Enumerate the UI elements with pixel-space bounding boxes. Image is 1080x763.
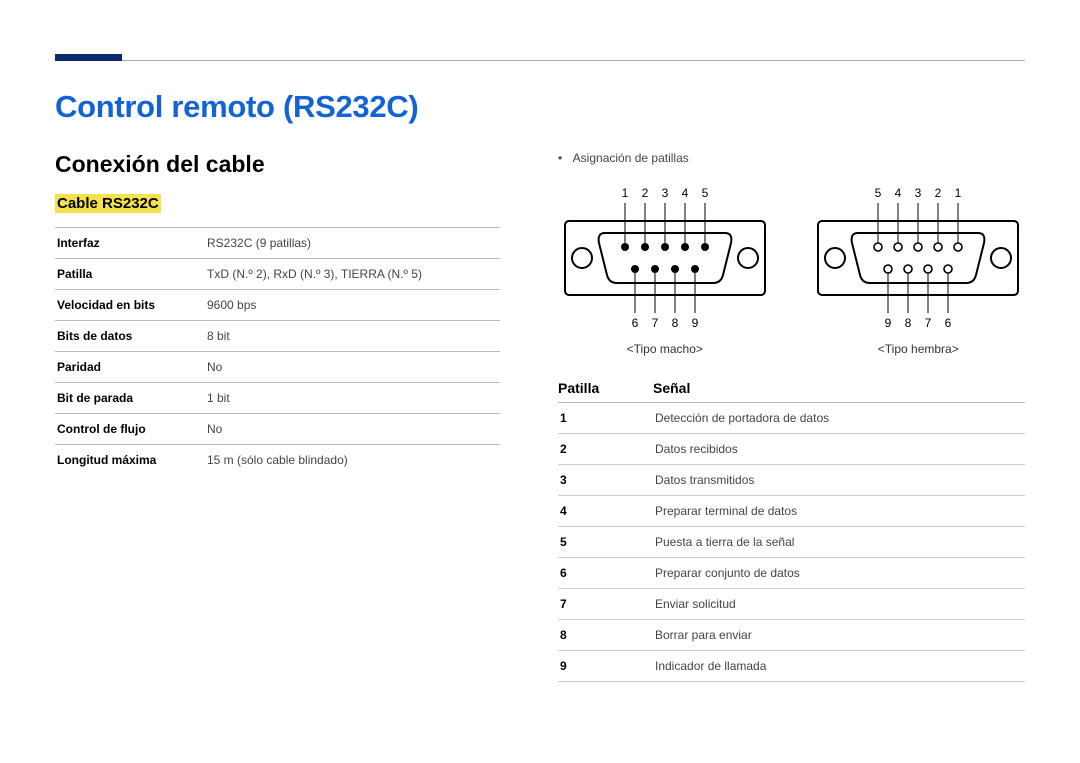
pin-signal: Borrar para enviar bbox=[653, 620, 1025, 651]
svg-text:3: 3 bbox=[661, 186, 668, 200]
bullet-icon: • bbox=[558, 151, 570, 165]
svg-text:5: 5 bbox=[875, 186, 882, 200]
pin-signal: Preparar terminal de datos bbox=[653, 496, 1025, 527]
female-caption: <Tipo hembra> bbox=[878, 342, 959, 356]
pin-number: 9 bbox=[558, 651, 653, 682]
header-accent-bar bbox=[55, 54, 122, 61]
right-column: • Asignación de patillas bbox=[558, 151, 1025, 682]
subsection-heading: Cable RS232C bbox=[55, 194, 161, 213]
spec-key: Bit de parada bbox=[55, 383, 205, 414]
pin-signal-table: 1Detección de portadora de datos2Datos r… bbox=[558, 403, 1025, 682]
pin-number: 8 bbox=[558, 620, 653, 651]
table-row: 8Borrar para enviar bbox=[558, 620, 1025, 651]
spec-value: No bbox=[205, 352, 500, 383]
spec-value: 15 m (sólo cable blindado) bbox=[205, 445, 500, 476]
connector-female: 54321 9876 <Tipo hembra> bbox=[813, 181, 1023, 356]
svg-text:3: 3 bbox=[915, 186, 922, 200]
page: Control remoto (RS232C) Conexión del cab… bbox=[0, 0, 1080, 682]
header-divider bbox=[122, 60, 1025, 61]
svg-text:4: 4 bbox=[681, 186, 688, 200]
svg-text:7: 7 bbox=[925, 316, 932, 330]
pin-signal: Enviar solicitud bbox=[653, 589, 1025, 620]
table-row: 1Detección de portadora de datos bbox=[558, 403, 1025, 434]
spec-key: Velocidad en bits bbox=[55, 290, 205, 321]
left-column: Conexión del cable Cable RS232C Interfaz… bbox=[55, 151, 500, 682]
table-row: 7Enviar solicitud bbox=[558, 589, 1025, 620]
svg-text:1: 1 bbox=[955, 186, 962, 200]
table-row: Longitud máxima15 m (sólo cable blindado… bbox=[55, 445, 500, 476]
svg-text:1: 1 bbox=[621, 186, 628, 200]
spec-key: Interfaz bbox=[55, 228, 205, 259]
table-row: 2Datos recibidos bbox=[558, 434, 1025, 465]
spec-value: No bbox=[205, 414, 500, 445]
content-columns: Conexión del cable Cable RS232C Interfaz… bbox=[55, 151, 1025, 682]
pin-signal: Puesta a tierra de la señal bbox=[653, 527, 1025, 558]
svg-text:8: 8 bbox=[905, 316, 912, 330]
pin-number: 2 bbox=[558, 434, 653, 465]
spec-value: TxD (N.º 2), RxD (N.º 3), TIERRA (N.º 5) bbox=[205, 259, 500, 290]
spec-key: Patilla bbox=[55, 259, 205, 290]
svg-text:8: 8 bbox=[671, 316, 678, 330]
pin-signal: Indicador de llamada bbox=[653, 651, 1025, 682]
table-row: 9Indicador de llamada bbox=[558, 651, 1025, 682]
pin-signal: Detección de portadora de datos bbox=[653, 403, 1025, 434]
pin-number: 1 bbox=[558, 403, 653, 434]
page-title: Control remoto (RS232C) bbox=[55, 89, 1025, 125]
svg-text:2: 2 bbox=[641, 186, 648, 200]
pin-number: 4 bbox=[558, 496, 653, 527]
pin-number: 6 bbox=[558, 558, 653, 589]
connector-diagrams: 12345 6789 <Tipo macho> bbox=[558, 181, 1025, 356]
db9-male-icon: 12345 6789 bbox=[560, 181, 770, 336]
svg-text:9: 9 bbox=[885, 316, 892, 330]
pin-table-header: Patilla Señal bbox=[558, 380, 1025, 403]
table-row: Bits de datos8 bit bbox=[55, 321, 500, 352]
table-row: Control de flujoNo bbox=[55, 414, 500, 445]
pin-signal: Datos transmitidos bbox=[653, 465, 1025, 496]
pin-assignment-text: Asignación de patillas bbox=[573, 151, 689, 165]
spec-key: Paridad bbox=[55, 352, 205, 383]
spec-key: Longitud máxima bbox=[55, 445, 205, 476]
pin-assignment-label: • Asignación de patillas bbox=[558, 151, 1025, 165]
spec-value: 1 bit bbox=[205, 383, 500, 414]
svg-text:6: 6 bbox=[945, 316, 952, 330]
spec-key: Control de flujo bbox=[55, 414, 205, 445]
db9-female-icon: 54321 9876 bbox=[813, 181, 1023, 336]
spec-key: Bits de datos bbox=[55, 321, 205, 352]
header-rule bbox=[55, 0, 1025, 61]
spec-value: 8 bit bbox=[205, 321, 500, 352]
svg-text:6: 6 bbox=[631, 316, 638, 330]
pin-number: 3 bbox=[558, 465, 653, 496]
table-row: 6Preparar conjunto de datos bbox=[558, 558, 1025, 589]
table-row: Velocidad en bits9600 bps bbox=[55, 290, 500, 321]
table-row: 4Preparar terminal de datos bbox=[558, 496, 1025, 527]
table-row: PatillaTxD (N.º 2), RxD (N.º 3), TIERRA … bbox=[55, 259, 500, 290]
signal-col-header: Señal bbox=[653, 380, 690, 396]
pin-number: 7 bbox=[558, 589, 653, 620]
svg-text:4: 4 bbox=[895, 186, 902, 200]
spec-value: RS232C (9 patillas) bbox=[205, 228, 500, 259]
table-row: InterfazRS232C (9 patillas) bbox=[55, 228, 500, 259]
pin-col-header: Patilla bbox=[558, 380, 653, 396]
section-heading: Conexión del cable bbox=[55, 151, 500, 178]
spec-value: 9600 bps bbox=[205, 290, 500, 321]
pin-signal: Datos recibidos bbox=[653, 434, 1025, 465]
pin-number: 5 bbox=[558, 527, 653, 558]
table-row: 5Puesta a tierra de la señal bbox=[558, 527, 1025, 558]
pin-signal: Preparar conjunto de datos bbox=[653, 558, 1025, 589]
male-caption: <Tipo macho> bbox=[627, 342, 703, 356]
svg-text:7: 7 bbox=[651, 316, 658, 330]
table-row: ParidadNo bbox=[55, 352, 500, 383]
svg-text:9: 9 bbox=[691, 316, 698, 330]
spec-table: InterfazRS232C (9 patillas)PatillaTxD (N… bbox=[55, 227, 500, 475]
svg-text:5: 5 bbox=[701, 186, 708, 200]
connector-male: 12345 6789 <Tipo macho> bbox=[560, 181, 770, 356]
svg-text:2: 2 bbox=[935, 186, 942, 200]
table-row: Bit de parada1 bit bbox=[55, 383, 500, 414]
table-row: 3Datos transmitidos bbox=[558, 465, 1025, 496]
